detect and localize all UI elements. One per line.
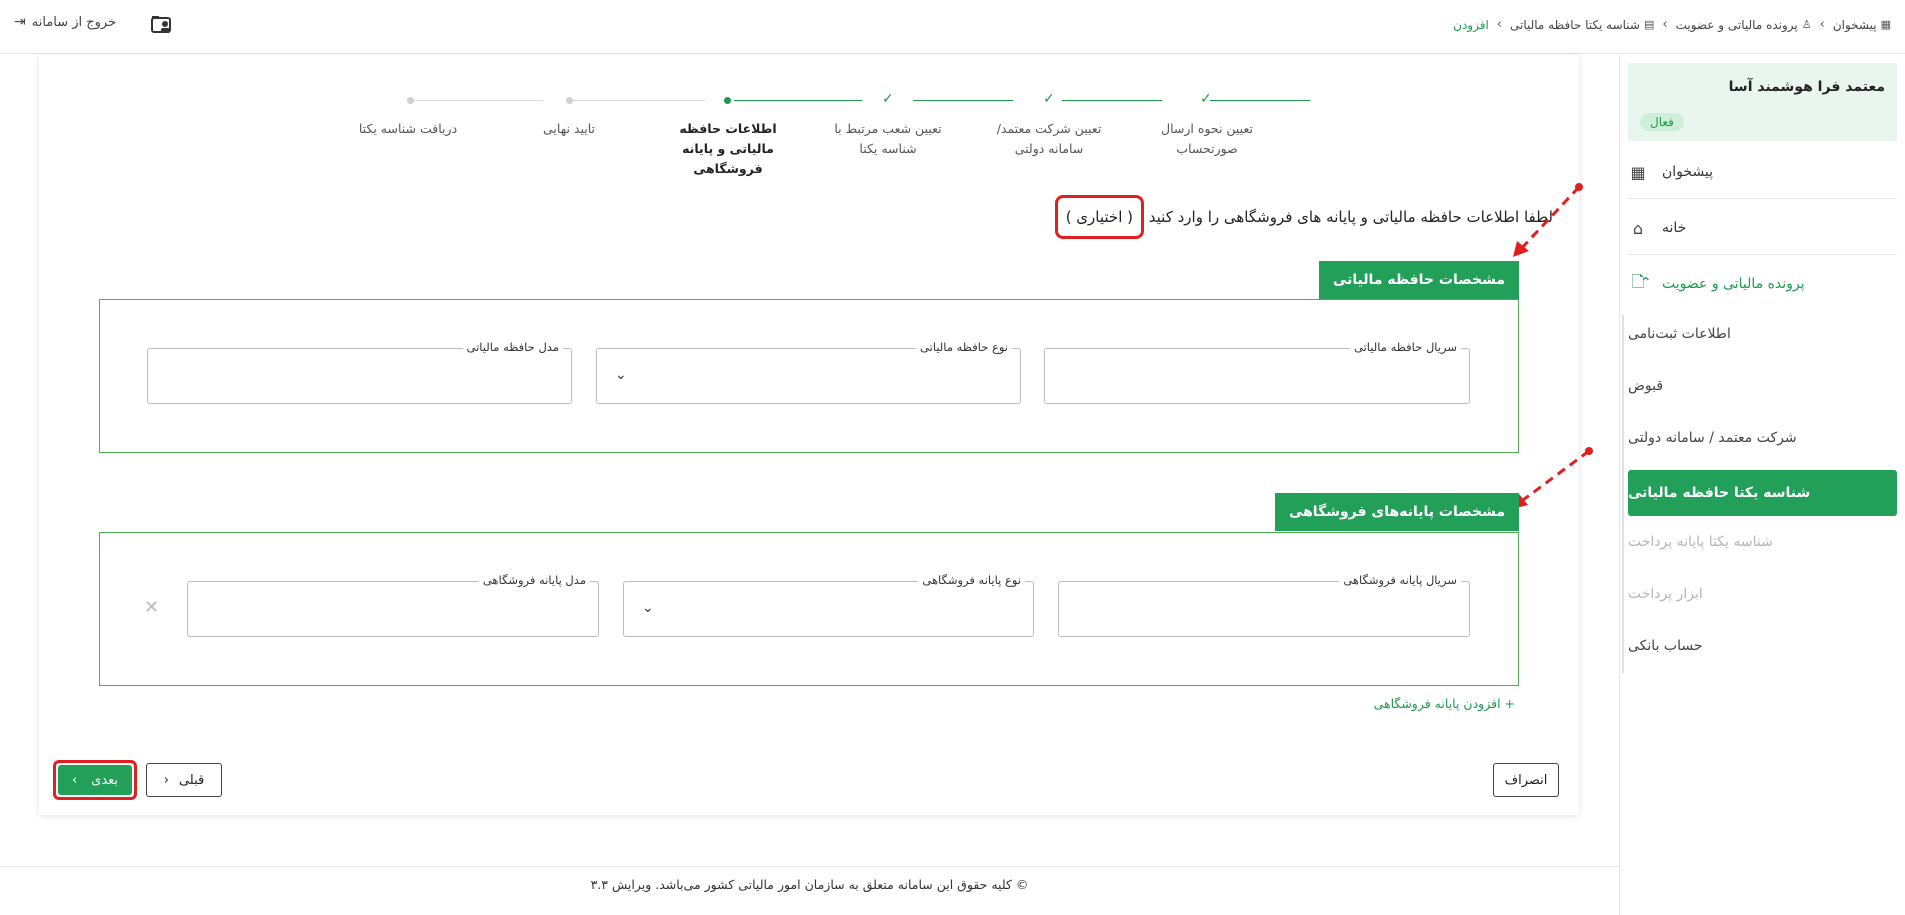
memory-section-box: سریال حافظه مالیاتی نوع حافظه مالیاتی ⌄ … bbox=[99, 299, 1519, 453]
sidebar-item-home[interactable]: ⌂ خانه bbox=[1628, 206, 1905, 250]
step-connector bbox=[734, 100, 862, 101]
memory-type-select[interactable]: نوع حافظه مالیاتی ⌄ bbox=[596, 340, 1021, 404]
logout-icon: ⇥ bbox=[14, 14, 26, 30]
footer: © کلیه حقوق این سامانه متعلق به سازمان ا… bbox=[0, 866, 1619, 915]
check-icon: ✓ bbox=[1200, 91, 1212, 107]
cancel-button[interactable]: انصراف bbox=[1493, 763, 1559, 797]
sidebar-item-dashboard[interactable]: ▦ پیشخوان bbox=[1628, 150, 1905, 194]
sidebar-sub-payment-tools: ابزار پرداخت bbox=[1628, 586, 1703, 602]
sidebar-scrollbar[interactable] bbox=[1622, 315, 1624, 673]
memory-serial-input[interactable]: سریال حافظه مالیاتی bbox=[1044, 340, 1470, 404]
chevron-up-icon[interactable]: ⌃ bbox=[1640, 275, 1652, 291]
profile-icon[interactable] bbox=[150, 14, 174, 36]
step-4-label: اطلاعات حافظه مالیاتی و پایانه فروشگاهی bbox=[679, 121, 777, 176]
step-pending-dot bbox=[566, 97, 573, 104]
sidebar-sub-trusted-company[interactable]: شرکت معتمد / سامانه دولتی bbox=[1628, 415, 1897, 461]
sidebar-sub-registration-info[interactable]: اطلاعات ثبت‌نامی bbox=[1628, 311, 1897, 357]
optional-label: ( اختیاری ) bbox=[1054, 195, 1144, 239]
next-button[interactable]: ‹ بعدی bbox=[58, 765, 132, 795]
stepper: ✓ ✓ ✓ تعیین نحوه ارسال صورتحساب تعیین شر… bbox=[39, 55, 1579, 176]
instruction-text: لطفا اطلاعات حافظه مالیاتی و پایانه های … bbox=[1051, 195, 1553, 239]
user-icon: ♙ bbox=[1801, 18, 1812, 31]
step-connector bbox=[913, 100, 1013, 101]
sidebar-sub-payment-terminal-id: شناسه یکتا پایانه پرداخت bbox=[1628, 534, 1773, 550]
dashboard-icon: ▦ bbox=[1630, 162, 1646, 182]
document-icon: ▤ bbox=[1643, 18, 1655, 31]
memory-model-input[interactable]: مدل حافظه مالیاتی bbox=[147, 340, 572, 404]
breadcrumb-dashboard[interactable]: ▦ پیشخوان bbox=[1833, 18, 1891, 32]
chevron-left-icon: ‹ bbox=[1819, 17, 1825, 32]
home-icon: ⌂ bbox=[1632, 218, 1644, 238]
check-icon: ✓ bbox=[882, 91, 894, 107]
prev-button[interactable]: قبلی ‹ bbox=[146, 763, 222, 797]
terminal-section-box: سریال پایانه فروشگاهی نوع پایانه فروشگاه… bbox=[99, 532, 1519, 686]
sidebar: معتمد فرا هوشمند آسا فعال ▦ پیشخوان ⌂ خا… bbox=[1619, 55, 1905, 915]
step-2-label: تعیین شرکت معتمد/سامانه دولتی bbox=[996, 121, 1102, 156]
terminal-section-header: مشخصات پایانه‌های فروشگاهی bbox=[1274, 493, 1519, 531]
sidebar-sub-memory-id[interactable]: شناسه یکتا حافظه مالیاتی bbox=[1628, 470, 1897, 516]
step-connector bbox=[1062, 100, 1162, 101]
breadcrumb: ▦ پیشخوان ‹ ♙ پرونده مالیاتی و عضویت ‹ ▤… bbox=[1453, 17, 1891, 32]
sidebar-item-tax-file[interactable]: 🗋 پرونده مالیاتی و عضویت bbox=[1628, 262, 1905, 306]
logout-button[interactable]: خروج از سامانه ⇥ bbox=[14, 14, 116, 30]
step-connector bbox=[1210, 100, 1310, 101]
add-terminal-link[interactable]: + افزودن پایانه فروشگاهی bbox=[1374, 696, 1515, 711]
chevron-down-icon: ⌄ bbox=[642, 600, 654, 616]
step-current-dot bbox=[724, 97, 731, 104]
step-connector bbox=[570, 100, 705, 101]
terminal-model-input[interactable]: مدل پایانه فروشگاهی bbox=[187, 573, 599, 637]
step-3-label: تعیین شعب مرتبط با شناسه یکتا bbox=[834, 121, 942, 156]
annotation-arrow bbox=[1513, 183, 1583, 257]
chevron-left-icon: ‹ bbox=[1662, 17, 1668, 32]
main-card: ✓ ✓ ✓ تعیین نحوه ارسال صورتحساب تعیین شر… bbox=[39, 55, 1593, 815]
footer-text: © کلیه حقوق این سامانه متعلق به سازمان ا… bbox=[590, 877, 1029, 892]
step-1-label: تعیین نحوه ارسال صورتحساب bbox=[1161, 121, 1253, 156]
divider bbox=[1628, 254, 1897, 255]
step-connector bbox=[411, 100, 543, 101]
close-icon[interactable]: ✕ bbox=[144, 597, 159, 618]
chevron-down-icon: ⌄ bbox=[615, 367, 627, 383]
chevron-left-icon: ‹ bbox=[71, 772, 78, 788]
logout-label: خروج از سامانه bbox=[31, 14, 117, 30]
company-name: معتمد فرا هوشمند آسا bbox=[1728, 79, 1885, 95]
step-pending-dot bbox=[407, 97, 414, 104]
terminal-serial-input[interactable]: سریال پایانه فروشگاهی bbox=[1058, 573, 1470, 637]
chevron-left-icon: ‹ bbox=[163, 772, 169, 788]
next-button-highlight: ‹ بعدی bbox=[53, 760, 137, 800]
breadcrumb-tax-file[interactable]: ♙ پرونده مالیاتی و عضویت bbox=[1676, 18, 1812, 32]
sidebar-sub-bank-account[interactable]: حساب بانکی bbox=[1628, 623, 1897, 669]
terminal-type-select[interactable]: نوع پایانه فروشگاهی ⌄ bbox=[623, 573, 1034, 637]
divider bbox=[1628, 198, 1897, 199]
annotation-arrow bbox=[1512, 447, 1593, 509]
dashboard-icon: ▦ bbox=[1880, 18, 1891, 31]
check-icon: ✓ bbox=[1043, 91, 1055, 107]
memory-section-header: مشخصات حافظه مالیاتی bbox=[1318, 261, 1519, 299]
chevron-left-icon: ‹ bbox=[1496, 17, 1502, 32]
step-6-label: دریافت شناسه یکتا bbox=[358, 121, 458, 136]
status-badge: فعال bbox=[1640, 113, 1684, 131]
breadcrumb-add: افزودن bbox=[1453, 17, 1489, 32]
sidebar-sub-bills[interactable]: قبوض bbox=[1628, 363, 1897, 409]
top-bar: خروج از سامانه ⇥ ▦ پیشخوان ‹ ♙ پرونده ما… bbox=[0, 0, 1905, 54]
step-5-label: تایید نهایی bbox=[542, 121, 596, 136]
breadcrumb-memory-id[interactable]: ▤ شناسه یکتا حافظه مالیاتی bbox=[1510, 18, 1654, 32]
company-card: معتمد فرا هوشمند آسا فعال bbox=[1628, 63, 1897, 141]
